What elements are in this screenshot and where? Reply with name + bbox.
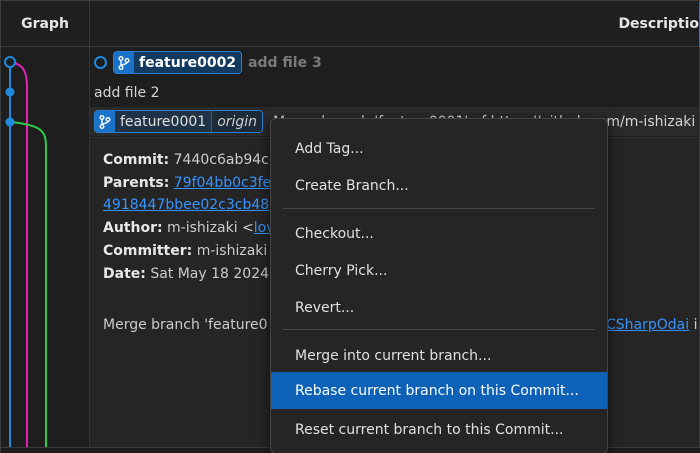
- commit-date: Sat May 18 2024: [150, 266, 270, 282]
- branch-ref-label: feature0002: [134, 52, 242, 73]
- message-link[interactable]: CSharpOdai: [606, 317, 689, 333]
- commit-graph: [4, 56, 47, 453]
- commit-hash: 7440c6ab94c: [173, 152, 269, 168]
- author-label: Author:: [103, 220, 163, 236]
- graph-column-header[interactable]: Graph: [1, 1, 90, 47]
- committer-line: Committer: m-ishizaki: [103, 243, 267, 259]
- message-end: i: [689, 317, 698, 333]
- commit-context-menu: Add Tag... Create Branch... Checkout... …: [270, 118, 608, 453]
- date-line: Date: Sat May 18 2024: [103, 266, 269, 282]
- git-branch-icon: [95, 111, 115, 132]
- menu-separator: [283, 329, 595, 330]
- menu-item-rebase[interactable]: Rebase current branch on this Commit...: [271, 372, 607, 409]
- menu-separator: [283, 208, 595, 209]
- parent-hash-link[interactable]: 4918447bbee02c3cb48: [103, 197, 269, 213]
- menu-item-add-tag[interactable]: Add Tag...: [271, 130, 607, 167]
- branch-ref-feature0002[interactable]: feature0002: [113, 51, 243, 74]
- table-header: Graph Description: [1, 1, 700, 47]
- git-graph-view: Graph Description feature0002 add file 3…: [0, 0, 700, 453]
- commit-message-tail: CSharpOdai i: [606, 317, 697, 333]
- commit-row[interactable]: add file 2: [90, 78, 699, 107]
- menu-item-revert[interactable]: Revert...: [271, 289, 607, 326]
- graph-node-head[interactable]: [4, 56, 16, 68]
- committer-name: m-ishizaki: [196, 243, 268, 259]
- committer-label: Committer:: [103, 243, 193, 259]
- description-column-header[interactable]: Description: [618, 1, 700, 47]
- commit-subject: add file 2: [94, 84, 160, 101]
- commit-message-line: Merge branch 'feature0: [103, 317, 268, 333]
- uncommitted-circle-icon: [94, 56, 107, 69]
- menu-item-reset[interactable]: Reset current branch to this Commit...: [271, 411, 607, 448]
- commit-hash-line: Commit: 7440c6ab94c: [103, 152, 269, 168]
- branch-ref-feature0001[interactable]: feature0001 origin: [94, 110, 264, 133]
- graph-node-commit[interactable]: [5, 87, 15, 97]
- menu-item-cherry-pick[interactable]: Cherry Pick...: [271, 252, 607, 289]
- commit-subject: add file 3: [248, 54, 322, 71]
- remote-ref-label[interactable]: origin: [211, 111, 263, 132]
- author-line: Author: m-ishizaki <lov: [103, 220, 275, 236]
- commit-message: Merge branch 'feature0: [103, 317, 268, 333]
- git-branch-icon: [114, 52, 134, 73]
- date-label: Date:: [103, 266, 146, 282]
- parents-line-2: 4918447bbee02c3cb48: [103, 197, 269, 213]
- author-name: m-ishizaki <: [167, 220, 254, 236]
- commit-label: Commit:: [103, 152, 170, 168]
- menu-item-checkout[interactable]: Checkout...: [271, 215, 607, 252]
- branch-ref-label: feature0001: [115, 111, 212, 132]
- graph-node-merge[interactable]: [5, 117, 15, 127]
- parents-line: Parents: 79f04bb0c3fe: [103, 175, 271, 191]
- commit-row[interactable]: feature0002 add file 3: [90, 48, 699, 77]
- parent-hash-link[interactable]: 79f04bb0c3fe: [174, 175, 271, 191]
- parents-label: Parents:: [103, 175, 170, 191]
- menu-item-create-branch[interactable]: Create Branch...: [271, 167, 607, 204]
- menu-item-merge[interactable]: Merge into current branch...: [271, 337, 607, 374]
